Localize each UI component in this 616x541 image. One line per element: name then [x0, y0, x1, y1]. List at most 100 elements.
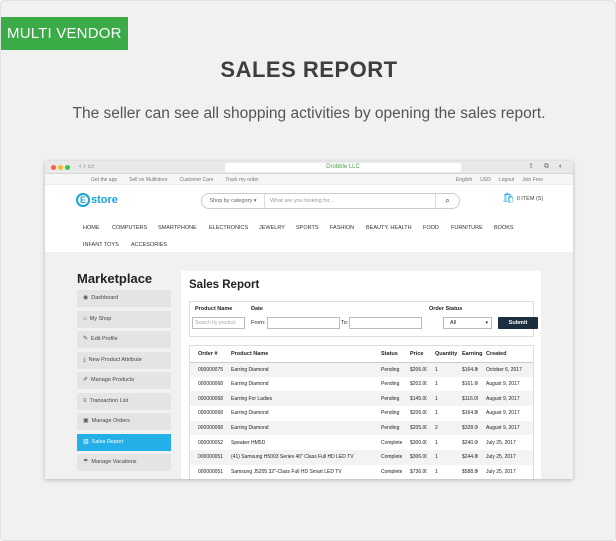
topbar-link[interactable]: Customer Care: [180, 177, 214, 183]
minimize-window-icon[interactable]: [58, 165, 63, 170]
back-forward-icon[interactable]: ‹ › ▭: [79, 162, 94, 170]
topbar-link[interactable]: Track my order: [225, 177, 258, 183]
menu-item[interactable]: FURNITURE: [451, 225, 483, 231]
table-cell: August 9, 2017: [478, 420, 533, 436]
table-header: Order # Product Name Status Price Quantity Ea…: [190, 346, 533, 363]
sidebar-item[interactable]: ⌂ My Shop: [77, 310, 171, 328]
menu-item[interactable]: COMPUTERS: [112, 225, 147, 231]
cart-link[interactable]: 🛍 0 ITEM (S): [502, 193, 543, 204]
category-dropdown[interactable]: Shop by category ▾: [202, 194, 265, 208]
table-row[interactable]: 000000068 Earring Diamond Pending $202.00 1 $…: [190, 377, 533, 392]
table-cell: $300.00: [410, 439, 427, 446]
menu-item[interactable]: FASHION: [330, 225, 354, 231]
sidebar-item[interactable]: ✎ Edit Profile: [77, 331, 171, 348]
page-title: SALES REPORT: [220, 57, 398, 82]
store-header: Estore Shop by category ▾ What are you l…: [45, 185, 573, 219]
home-icon: ⌂: [83, 315, 87, 322]
table-row[interactable]: 000000075 Earring Diamond Pending $206.00 1 $…: [190, 362, 533, 377]
table-cell: August 9, 2017: [486, 410, 520, 417]
close-window-icon[interactable]: [51, 165, 56, 170]
search-button[interactable]: ⌕: [435, 194, 459, 208]
table-row[interactable]: 000000068 Earring For Ladies Pending $145.0…: [190, 391, 533, 407]
date-to-input[interactable]: [349, 317, 422, 329]
sidebar-item-label: Manage Products: [91, 377, 135, 383]
sidebar-item-label: New Product Attribute: [88, 356, 142, 363]
multi-vendor-badge: MULTI VENDOR: [1, 17, 128, 50]
product-name-label: Product Name: [195, 306, 233, 312]
table-row[interactable]: 000000051 Samsung J5205 32"-Class Full HD…: [190, 465, 533, 479]
sidebar-item[interactable]: ☂ Manage Vacations: [77, 454, 171, 471]
sidebar-item[interactable]: ▥ Sales Report: [77, 433, 171, 451]
column-header: Quantity: [427, 346, 457, 363]
topbar-link[interactable]: Logout: [499, 177, 514, 183]
table-row[interactable]: 000000068 Earring Diamond Pending $206.00 1 $…: [190, 406, 533, 421]
address-bar[interactable]: Drobble LLC: [225, 163, 461, 172]
table-cell: $206.00: [410, 410, 427, 417]
table-cell: Complete: [381, 439, 402, 446]
date-from-input[interactable]: [267, 317, 340, 329]
table-cell: Earring Diamond: [231, 381, 269, 388]
sidebar-item[interactable]: ◉ Dashboard: [77, 290, 171, 307]
table-row[interactable]: 000000051 (41) Samsung H5003 Series 40" C…: [190, 450, 533, 465]
product-search-input[interactable]: Search by product: [192, 317, 245, 329]
table-cell: 000000075: [190, 362, 223, 377]
table-cell: $161.60: [462, 381, 478, 388]
topbar-link[interactable]: Get the app: [91, 177, 117, 183]
table-cell: $202.00: [410, 381, 427, 388]
table-cell: October 6, 2017: [478, 362, 533, 377]
menu-item[interactable]: ACCESORIES: [131, 242, 167, 248]
order-status-select[interactable]: All ▾: [443, 317, 492, 329]
table-cell: 000000068: [190, 391, 223, 407]
topbar-link[interactable]: English: [456, 177, 472, 183]
table-cell: Earring Diamond: [223, 420, 373, 436]
menu-item[interactable]: ELECTRONICS: [209, 225, 248, 231]
table-cell: Earring Diamond: [223, 362, 373, 377]
table-cell: Earring For Ladies: [223, 391, 373, 407]
menu-item[interactable]: FOOD: [423, 225, 439, 231]
sidebar-item-label: Transaction List: [89, 397, 129, 404]
menu-item[interactable]: HOME: [83, 225, 100, 231]
cart-icon: 🛍: [502, 193, 515, 204]
promo-card: MULTI VENDOR SALES REPORT The seller can…: [0, 0, 616, 541]
table-cell: Pending: [373, 420, 402, 436]
sidebar-item[interactable]: ≡ Transaction List: [77, 392, 171, 410]
table-cell: $736.00: [410, 469, 427, 476]
column-header: Created: [478, 346, 533, 363]
table-cell: Earring Diamond: [231, 410, 269, 417]
caret-down-icon: ▾: [253, 198, 257, 204]
edit-icon: ✎: [83, 336, 89, 342]
browser-toolbar-icons[interactable]: ⇪ ⧉ ◐: [528, 162, 567, 171]
menu-item[interactable]: BEAUTY, HEALTH: [366, 225, 412, 231]
sidebar-item[interactable]: ⤓ New Product Attribute: [77, 351, 171, 369]
column-header: Product Name: [223, 346, 373, 363]
search-bar: Shop by category ▾ What are you looking …: [201, 193, 460, 209]
menu-item[interactable]: SMARTPHONE: [158, 225, 197, 231]
caret-down-icon: ▾: [485, 320, 488, 326]
sidebar-title: Marketplace: [77, 271, 153, 286]
table-cell: 000000052: [198, 439, 223, 446]
table-cell: Pending: [373, 391, 402, 407]
sidebar-item[interactable]: ✐ Manage Products: [77, 372, 171, 389]
maximize-window-icon[interactable]: [65, 165, 70, 170]
table-cell: August 9, 2017: [478, 391, 533, 407]
table-row[interactable]: 000000068 Earring Diamond Pending $205.00 2 $…: [190, 420, 533, 436]
topbar-link[interactable]: USD: [480, 177, 491, 183]
menu-item[interactable]: BOOKS: [494, 225, 514, 231]
table-cell: August 9, 2017: [486, 381, 520, 388]
table-cell: $240.00: [462, 439, 478, 446]
main-menu: HOME COMPUTERS SMARTPHONE ELECTRONICS JEWELR…: [45, 219, 573, 253]
search-input[interactable]: What are you looking for...: [270, 194, 334, 208]
sidebar-item[interactable]: ▣ Manage Orders: [77, 413, 171, 430]
submit-button[interactable]: Submit: [498, 317, 538, 329]
table-row[interactable]: 000000052 Speaker HM5D Complete $300.00 1 $24…: [190, 435, 533, 450]
logo-e-icon: E: [76, 193, 90, 207]
table-cell: Samsung J5205 32"-Class Full HD Smart LE…: [231, 469, 342, 476]
table-cell: $164.80: [454, 362, 478, 377]
store-logo[interactable]: Estore: [76, 193, 118, 207]
table-cell: $588.80: [462, 469, 478, 476]
menu-item[interactable]: JEWELRY: [259, 225, 285, 231]
menu-item[interactable]: INFANT TOYS: [83, 242, 119, 248]
menu-item[interactable]: SPORTS: [296, 225, 319, 231]
topbar-link[interactable]: Join Free: [522, 177, 543, 183]
topbar-link[interactable]: Sell on Multistore: [129, 177, 167, 183]
